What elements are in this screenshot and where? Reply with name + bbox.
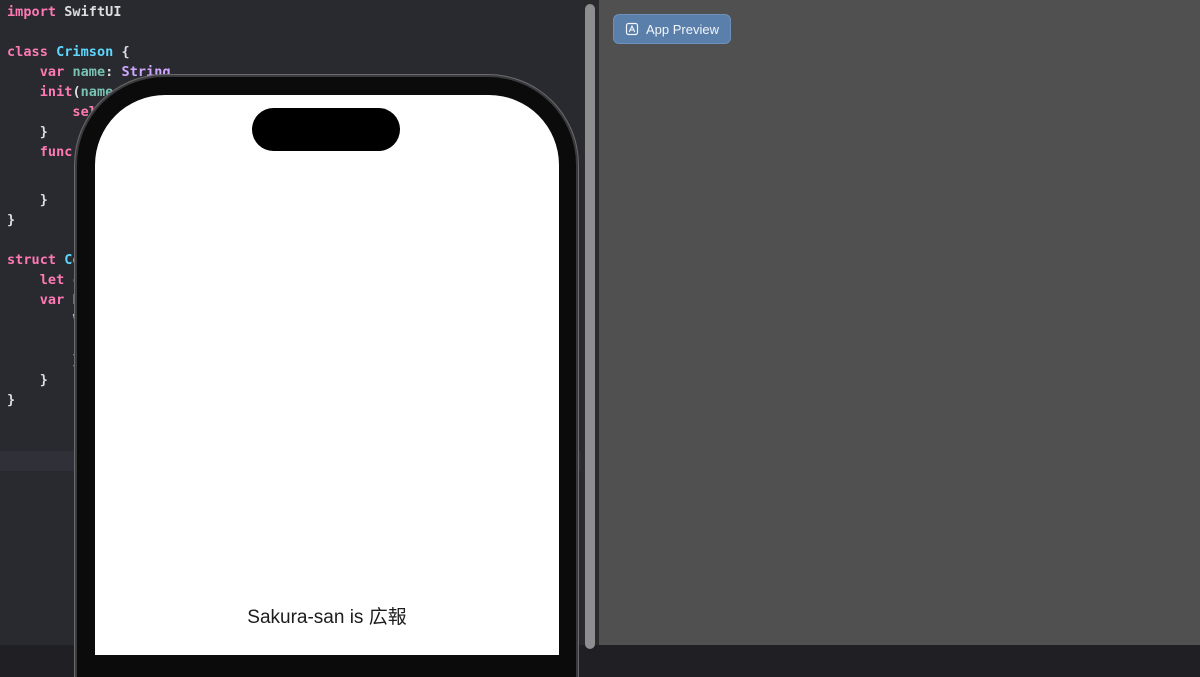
preview-text: Sakura-san is 広報 bbox=[247, 607, 407, 628]
app-preview-icon bbox=[625, 22, 639, 36]
code-token: init bbox=[39, 84, 73, 100]
code-token: var bbox=[39, 64, 65, 80]
code-line: } bbox=[7, 190, 48, 210]
code-line: } bbox=[7, 390, 15, 410]
code-token: } bbox=[7, 352, 81, 368]
code-line: } bbox=[7, 350, 81, 370]
dynamic-island bbox=[252, 108, 400, 151]
code-token: } bbox=[7, 124, 48, 140]
code-line: } bbox=[7, 122, 48, 142]
app-preview-button[interactable]: App Preview bbox=[613, 14, 731, 44]
code-token: Crimson bbox=[56, 44, 114, 60]
splitter-handle[interactable] bbox=[585, 4, 595, 649]
code-token: } bbox=[7, 192, 48, 208]
code-token: { bbox=[113, 44, 130, 60]
preview-canvas: App Preview bbox=[599, 0, 1200, 645]
code-line: class Crimson { bbox=[7, 42, 130, 62]
code-token: let bbox=[39, 272, 65, 288]
code-token: } bbox=[7, 392, 16, 408]
code-line: import SwiftUI bbox=[7, 2, 122, 22]
code-token: class bbox=[7, 44, 48, 60]
code-token: var bbox=[39, 292, 65, 308]
pane-splitter[interactable] bbox=[581, 0, 599, 649]
code-line: } bbox=[7, 370, 48, 390]
code-token: : bbox=[105, 64, 122, 80]
code-token: } bbox=[7, 372, 48, 388]
device-screen[interactable]: Sakura-san is 広報 bbox=[95, 95, 559, 655]
code-line: } bbox=[7, 210, 15, 230]
code-token: } bbox=[7, 212, 16, 228]
code-token: import bbox=[7, 4, 57, 20]
app-preview-label: App Preview bbox=[646, 21, 719, 37]
code-token: ( bbox=[72, 84, 81, 100]
code-token: struct bbox=[7, 252, 57, 268]
code-token: func bbox=[39, 144, 73, 160]
code-token: name bbox=[72, 64, 106, 80]
code-token: SwiftUI bbox=[56, 4, 122, 20]
